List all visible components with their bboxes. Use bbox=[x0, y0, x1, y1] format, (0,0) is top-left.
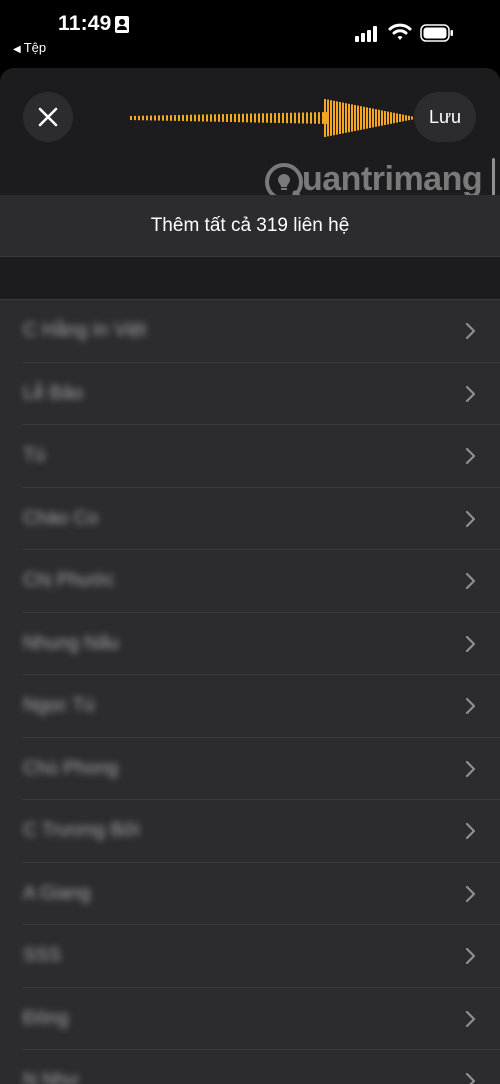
chevron-right-icon bbox=[465, 448, 476, 465]
contact-row[interactable]: Chú Phong bbox=[0, 738, 500, 800]
battery-icon bbox=[420, 24, 453, 42]
back-app-label: Tệp bbox=[23, 40, 47, 55]
contact-name: N Như bbox=[23, 1070, 80, 1084]
sheet-nav-bar: Lưu uantrimang bbox=[0, 68, 500, 204]
contact-row[interactable]: N Như bbox=[0, 1050, 500, 1084]
chevron-right-icon bbox=[465, 1073, 476, 1084]
contact-name: A Giang bbox=[23, 882, 91, 904]
save-button[interactable]: Lưu bbox=[414, 92, 476, 142]
contact-row[interactable]: Đông bbox=[0, 988, 500, 1050]
contact-list: C Hằng In Việt Lễ Bảo Tú Chào Co Chị Phước Nh… bbox=[0, 299, 500, 1084]
status-time: 11:49 bbox=[58, 12, 112, 35]
close-icon bbox=[38, 107, 58, 127]
contact-row[interactable]: Lễ Bảo bbox=[0, 363, 500, 425]
contact-name: Đông bbox=[23, 1007, 69, 1029]
chevron-right-icon bbox=[465, 323, 476, 340]
chevron-right-icon bbox=[465, 1010, 476, 1027]
status-bar: 11:49 ◀ Tệp bbox=[0, 0, 500, 64]
contact-row[interactable]: SSS bbox=[0, 925, 500, 988]
watermark-text: uantrimang bbox=[302, 160, 483, 198]
cellular-signal-icon bbox=[355, 26, 381, 42]
section-spacer bbox=[0, 258, 500, 298]
contact-row[interactable]: Chào Co bbox=[0, 488, 500, 550]
add-all-contacts-button[interactable]: Thêm tất cả 319 liên hệ bbox=[0, 195, 500, 257]
chevron-right-icon bbox=[465, 823, 476, 840]
contact-row[interactable]: C Hằng In Việt bbox=[0, 300, 500, 363]
contact-row[interactable]: Nhung Nấu bbox=[0, 613, 500, 675]
contact-row[interactable]: A Giang bbox=[0, 863, 500, 925]
contact-name: SSS bbox=[23, 945, 62, 967]
contact-name: Nhung Nấu bbox=[23, 632, 120, 654]
contact-row[interactable]: Ngọc Tú bbox=[0, 675, 500, 738]
close-button[interactable] bbox=[23, 92, 73, 142]
contact-row[interactable]: Chị Phước bbox=[0, 550, 500, 613]
contact-name: Ngọc Tú bbox=[23, 695, 95, 717]
chevron-right-icon bbox=[465, 698, 476, 715]
contact-name: Chú Phong bbox=[23, 757, 119, 779]
add-contacts-sheet: Lưu uantrimang Thêm tất cả 319 liên hệ C… bbox=[0, 68, 500, 1084]
chevron-right-icon bbox=[465, 885, 476, 902]
chevron-right-icon bbox=[465, 635, 476, 652]
annotation-arrow-icon bbox=[130, 99, 413, 137]
contact-name: Chào Co bbox=[23, 507, 98, 529]
contact-row[interactable]: C Trương Bởi bbox=[0, 800, 500, 863]
wifi-icon bbox=[388, 23, 412, 40]
chevron-right-icon bbox=[465, 948, 476, 965]
chevron-right-icon bbox=[465, 760, 476, 777]
contact-name: Lễ Bảo bbox=[23, 382, 84, 404]
chevron-right-icon bbox=[465, 573, 476, 590]
contact-name: C Hằng In Việt bbox=[23, 320, 147, 342]
chevron-right-icon bbox=[465, 510, 476, 527]
contact-name: Tú bbox=[23, 445, 46, 467]
contact-card-icon bbox=[115, 16, 129, 33]
back-triangle-icon: ◀ bbox=[13, 44, 21, 55]
contact-row[interactable]: Tú bbox=[0, 425, 500, 488]
back-to-app-link[interactable]: ◀ Tệp bbox=[13, 40, 46, 55]
chevron-right-icon bbox=[465, 385, 476, 402]
contact-name: C Trương Bởi bbox=[23, 820, 140, 842]
contact-name: Chị Phước bbox=[23, 570, 115, 592]
